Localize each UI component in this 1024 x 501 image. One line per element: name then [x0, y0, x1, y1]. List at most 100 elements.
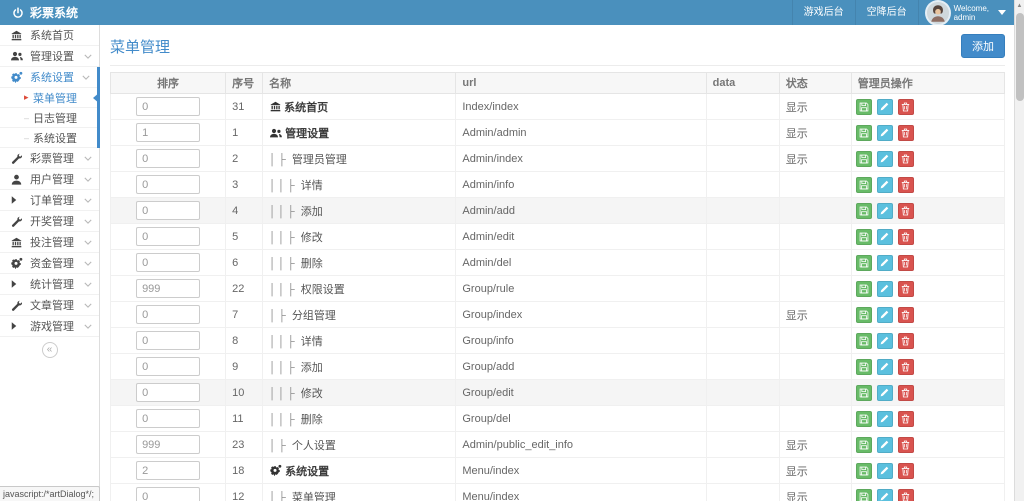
- sidebar-item[interactable]: 系统首页: [0, 25, 99, 46]
- edit-button[interactable]: [876, 280, 893, 297]
- sort-input[interactable]: [136, 487, 201, 501]
- edit-button[interactable]: [876, 228, 893, 245]
- sidebar-item[interactable]: 管理设置: [0, 46, 99, 67]
- save-sort-button[interactable]: [855, 202, 872, 219]
- delete-button[interactable]: [897, 150, 914, 167]
- table-row: 4 ││├添加 Admin/add: [109, 197, 1006, 224]
- save-sort-button[interactable]: [855, 124, 872, 141]
- save-sort-button[interactable]: [855, 306, 872, 323]
- edit-button[interactable]: [876, 254, 893, 271]
- status-text: [778, 223, 852, 250]
- sidebar-subitem[interactable]: – 系统设置: [0, 128, 97, 148]
- sort-input[interactable]: [136, 201, 201, 220]
- table-row: 3 ││├详情 Admin/info: [109, 171, 1006, 198]
- sidebar-item[interactable]: 文章管理: [0, 295, 99, 316]
- game-backend-button[interactable]: 游戏后台: [791, 0, 855, 25]
- sidebar-item[interactable]: 资金管理: [0, 253, 99, 274]
- save-sort-button[interactable]: [855, 98, 872, 115]
- app-brand[interactable]: 彩票系统: [0, 0, 90, 25]
- delete-button[interactable]: [897, 176, 914, 193]
- save-sort-button[interactable]: [855, 462, 872, 479]
- table-header-row: 排序 序号 名称 url data 状态 管理员操作: [109, 72, 1006, 94]
- status-text: 显示: [778, 119, 852, 146]
- sort-input[interactable]: [136, 409, 201, 428]
- save-sort-button[interactable]: [855, 176, 872, 193]
- navbar-right: 游戏后台 空降后台 Welcome, admin: [791, 0, 1014, 25]
- sort-input[interactable]: [136, 279, 201, 298]
- save-sort-button[interactable]: [855, 228, 872, 245]
- avatar[interactable]: [926, 1, 949, 24]
- delete-button[interactable]: [897, 124, 914, 141]
- sort-input[interactable]: [136, 305, 201, 324]
- edit-button[interactable]: [876, 124, 893, 141]
- sort-input[interactable]: [136, 435, 201, 454]
- sort-input[interactable]: [136, 97, 201, 116]
- delete-button[interactable]: [897, 306, 914, 323]
- delete-button[interactable]: [897, 410, 914, 427]
- delete-button[interactable]: [897, 358, 914, 375]
- save-sort-button[interactable]: [855, 436, 872, 453]
- delete-button[interactable]: [897, 228, 914, 245]
- sidebar-subitem[interactable]: – 日志管理: [0, 108, 97, 128]
- save-sort-button[interactable]: [855, 358, 872, 375]
- scrollbar-thumb[interactable]: [1016, 13, 1024, 101]
- edit-button[interactable]: [876, 410, 893, 427]
- sort-input[interactable]: [136, 253, 201, 272]
- edit-button[interactable]: [876, 384, 893, 401]
- sort-input[interactable]: [136, 357, 201, 376]
- chevron-down-icon: [84, 324, 92, 329]
- delete-button[interactable]: [897, 436, 914, 453]
- edit-button[interactable]: [876, 462, 893, 479]
- delete-button[interactable]: [897, 462, 914, 479]
- save-sort-button[interactable]: [855, 488, 872, 501]
- sort-input[interactable]: [136, 149, 201, 168]
- delete-button[interactable]: [897, 202, 914, 219]
- save-sort-button[interactable]: [855, 410, 872, 427]
- caret-down-icon: [998, 10, 1006, 15]
- sort-input[interactable]: [136, 331, 201, 350]
- user-menu[interactable]: Welcome, admin: [917, 0, 1014, 25]
- edit-button[interactable]: [876, 488, 893, 501]
- sort-input[interactable]: [136, 123, 201, 142]
- sidebar-item[interactable]: 彩票管理: [0, 148, 99, 169]
- sort-input[interactable]: [136, 175, 201, 194]
- save-sort-button[interactable]: [855, 280, 872, 297]
- sidebar-collapse-button[interactable]: «: [41, 342, 58, 358]
- add-button[interactable]: 添加: [961, 34, 1005, 58]
- save-sort-button[interactable]: [855, 150, 872, 167]
- edit-button[interactable]: [876, 358, 893, 375]
- delete-button[interactable]: [897, 98, 914, 115]
- delete-button[interactable]: [897, 332, 914, 349]
- sort-input[interactable]: [136, 461, 201, 480]
- sidebar-item[interactable]: 系统设置: [0, 67, 97, 88]
- edit-button[interactable]: [876, 176, 893, 193]
- edit-button[interactable]: [876, 332, 893, 349]
- delete-button[interactable]: [897, 384, 914, 401]
- scroll-up-arrow[interactable]: ▲: [1015, 0, 1024, 12]
- sidebar-item[interactable]: 订单管理: [0, 190, 99, 211]
- sidebar-subitem[interactable]: ▸ 菜单管理: [0, 88, 100, 108]
- edit-button[interactable]: [876, 436, 893, 453]
- sort-input[interactable]: [136, 227, 201, 246]
- sort-input[interactable]: [136, 383, 201, 402]
- sidebar-item[interactable]: 统计管理: [0, 274, 99, 295]
- delete-button[interactable]: [897, 488, 914, 501]
- edit-button[interactable]: [876, 150, 893, 167]
- delete-button[interactable]: [897, 280, 914, 297]
- save-sort-button[interactable]: [855, 384, 872, 401]
- sidebar-item[interactable]: 开奖管理: [0, 211, 99, 232]
- save-sort-button[interactable]: [855, 332, 872, 349]
- save-sort-button[interactable]: [855, 254, 872, 271]
- drop-backend-button[interactable]: 空降后台: [854, 0, 918, 25]
- vertical-scrollbar[interactable]: ▲: [1014, 0, 1024, 501]
- chevron-down-icon: [84, 240, 92, 245]
- sidebar-item[interactable]: 投注管理: [0, 232, 99, 253]
- sidebar-item[interactable]: 用户管理: [0, 169, 99, 190]
- table-row: 6 ││├删除 Admin/del: [109, 249, 1006, 276]
- edit-button[interactable]: [876, 306, 893, 323]
- delete-button[interactable]: [897, 254, 914, 271]
- app-title: 彩票系统: [30, 6, 79, 20]
- edit-button[interactable]: [876, 202, 893, 219]
- sidebar-item[interactable]: 游戏管理: [0, 316, 99, 337]
- edit-button[interactable]: [876, 98, 893, 115]
